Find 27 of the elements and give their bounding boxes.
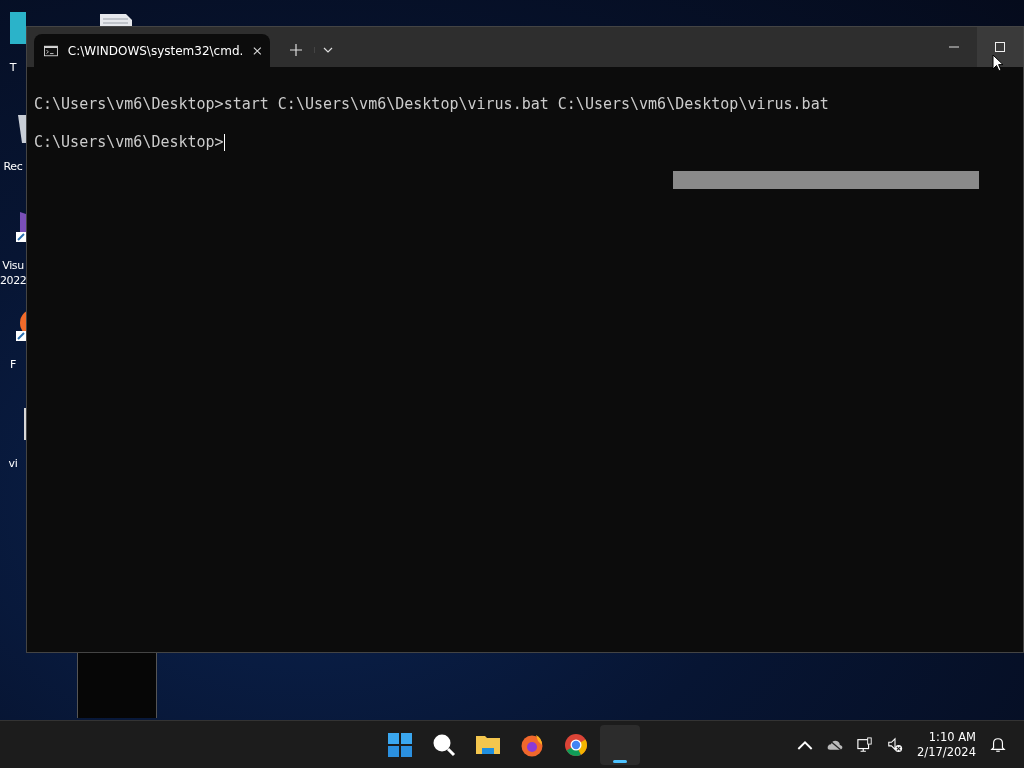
desktop-icon-label[interactable]: vi	[0, 456, 26, 471]
network-icon[interactable]	[857, 736, 874, 753]
desktop-icon-label[interactable]: Rec	[0, 159, 26, 174]
terminal-taskbar-button[interactable]	[600, 724, 640, 765]
desktop-icon-label[interactable]: T	[0, 60, 26, 75]
speaker-muted-icon[interactable]	[887, 736, 904, 753]
clock-time[interactable]: 1:10 AM	[928, 729, 976, 745]
close-icon[interactable]	[253, 45, 262, 56]
mouse-pointer-icon	[992, 54, 1004, 72]
notification-bell-icon[interactable]	[990, 736, 1006, 753]
desktop-icon-label[interactable]: Visu 2022	[0, 258, 26, 288]
text-cursor	[223, 134, 226, 151]
firefox-icon	[520, 732, 544, 757]
chrome-icon	[564, 732, 588, 757]
desktop-icon-label[interactable]: F	[0, 357, 26, 372]
new-tab-icon[interactable]	[290, 44, 302, 56]
search-icon	[432, 732, 456, 757]
maximize-icon	[995, 42, 1005, 52]
terminal-line: C:\Users\vm6\Desktop>	[34, 133, 224, 152]
tab-title: C:\WINDOWS\system32\cmd.	[67, 43, 244, 58]
terminal-line: C:\Users\vm6\Desktop>start C:\Users\vm6\Desktop\virus.bat C:\Users\vm6\Desktop\virus.bat	[34, 95, 829, 114]
maximize-button[interactable]	[977, 27, 1023, 67]
command-prompt-icon	[44, 44, 58, 57]
chevron-down-icon[interactable]	[314, 47, 333, 53]
windows-logo-icon	[388, 732, 412, 757]
clock-date[interactable]: 2/17/2024	[917, 744, 976, 760]
terminal-tab[interactable]: C:\WINDOWS\system32\cmd.	[34, 34, 270, 67]
